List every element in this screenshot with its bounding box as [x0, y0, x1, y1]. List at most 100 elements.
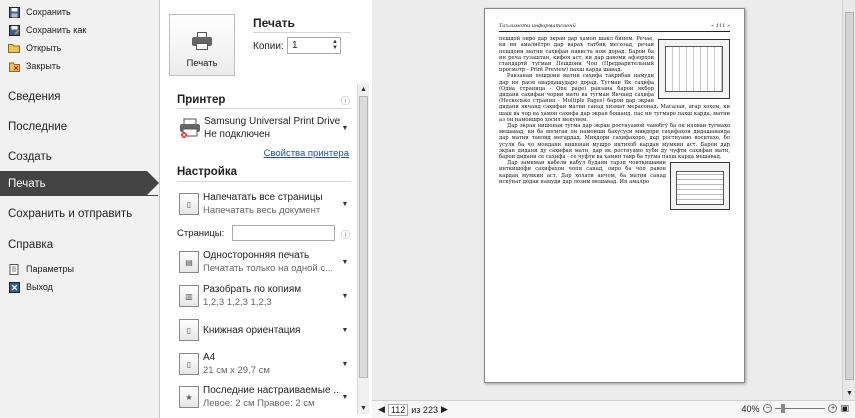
nav-save-as-label: Сохранить как	[26, 25, 87, 35]
chevron-down-icon: ▼	[341, 360, 349, 368]
save-as-icon	[8, 24, 20, 36]
nav-open-label: Открыть	[26, 43, 62, 53]
page-navigator: ◀ 112 из 223 ▶	[378, 403, 448, 416]
nav-options[interactable]: Параметры	[0, 260, 159, 278]
preview-page: Таълимоти информатсионӣ « 111 » пешдоӣ о…	[484, 8, 745, 383]
nav-save-as[interactable]: Сохранить как	[0, 21, 159, 39]
nav-options-label: Параметры	[26, 264, 74, 274]
scroll-down-icon[interactable]: ▼	[358, 403, 369, 414]
nav-save-label: Сохранить	[26, 7, 71, 17]
exit-icon	[8, 281, 20, 293]
preview-scrollbar[interactable]: ▼	[842, 0, 855, 400]
settings-section-title: Настройка	[177, 166, 237, 178]
open-folder-icon	[8, 43, 20, 54]
nav-close[interactable]: Закрыть	[0, 57, 159, 75]
collate-icon: ▥	[179, 285, 199, 307]
orientation-title: Книжная ориентация	[203, 324, 301, 336]
margins-dropdown[interactable]: ★ Последние настраиваемые ... Левое: 2 с…	[176, 383, 351, 411]
fit-page-icon[interactable]: ▣	[840, 403, 849, 414]
nav-open[interactable]: Открыть	[0, 39, 159, 57]
scroll-thumb[interactable]	[359, 96, 368, 378]
paper-size-dropdown[interactable]: ▯ A4 21 см x 29,7 см ▼	[176, 350, 351, 378]
copies-label: Копии:	[253, 41, 284, 52]
page-count: из 223	[411, 404, 438, 415]
printer-icon	[192, 32, 212, 50]
duplex-title: Односторонняя печать	[203, 250, 310, 261]
preview-scroll-down-icon[interactable]: ▼	[843, 388, 855, 400]
zoom-percent[interactable]: 40%	[741, 404, 759, 414]
next-page-icon[interactable]: ▶	[441, 404, 448, 415]
paper-size-sub: 21 см x 29,7 см	[203, 365, 270, 376]
scroll-up-icon[interactable]: ▲	[358, 84, 369, 95]
nav-save[interactable]: Сохранить	[0, 3, 159, 21]
chevron-down-icon: ▼	[341, 393, 349, 401]
copies-value: 1	[292, 40, 298, 51]
page-para-3: Дар экран нишонаи тугма дар экран ростну…	[499, 123, 730, 161]
printer-device-icon	[179, 118, 201, 138]
preview-scroll-thumb[interactable]	[845, 12, 854, 380]
page-header-right: « 111 »	[711, 23, 730, 29]
margins-title: Последние настраиваемые ...	[203, 385, 340, 396]
zoom-slider-knob[interactable]	[781, 404, 786, 413]
one-sided-icon: ▤	[179, 251, 199, 273]
chevron-down-icon: ▼	[341, 200, 349, 208]
copies-spinner[interactable]: ▲ ▼	[332, 39, 338, 51]
printer-name: Samsung Universal Print Driver	[204, 116, 340, 127]
zoom-slider[interactable]	[775, 404, 826, 413]
pages-info-icon[interactable]: ⓘ	[341, 228, 350, 241]
printer-chevron-down-icon: ▼	[341, 124, 349, 132]
nav-recent[interactable]: Последние	[0, 113, 159, 141]
pages-label: Страницы:	[177, 228, 225, 239]
print-button-label: Печать	[186, 58, 218, 69]
nav-exit[interactable]: Выход	[0, 278, 159, 296]
collate-title: Разобрать по копиям	[203, 284, 302, 295]
nav-help[interactable]: Справка	[0, 231, 159, 259]
nav-exit-label: Выход	[26, 282, 53, 292]
collate-dropdown[interactable]: ▥ Разобрать по копиям 1,2,3 1,2,3 1,2,3 …	[176, 282, 351, 310]
save-icon	[8, 6, 20, 18]
print-range-dropdown[interactable]: ▯ Напечатать все страницы Напечатать вес…	[176, 190, 351, 218]
duplex-dropdown[interactable]: ▤ Односторонняя печать Печатать только н…	[176, 248, 351, 276]
printer-section-title: Принтер	[177, 94, 226, 106]
nav-info[interactable]: Сведения	[0, 83, 159, 111]
chevron-down-icon: ▼	[341, 326, 349, 334]
nav-print[interactable]: Печать	[0, 171, 159, 196]
zoom-in-icon[interactable]: +	[828, 404, 838, 413]
paper-icon: ▯	[179, 353, 199, 375]
paper-size-title: A4	[203, 352, 216, 363]
printer-info-icon[interactable]: ⓘ	[341, 94, 350, 107]
page-figure-2	[670, 162, 730, 211]
zoom-control: 40% − + ▣	[741, 403, 849, 414]
page-header-left: Таълимоти информатсионӣ	[499, 23, 576, 29]
collate-sub: 1,2,3 1,2,3 1,2,3	[203, 297, 272, 308]
chevron-down-icon: ▼	[341, 258, 349, 266]
print-settings-panel: Печать Печать Копии: 1 ▲ ▼ Принтер ⓘ Sams…	[161, 0, 371, 418]
printer-properties-link[interactable]: Свойства принтера	[264, 148, 349, 159]
pages-icon: ▯	[179, 193, 199, 215]
current-page-input[interactable]: 112	[387, 403, 409, 416]
portrait-icon: ▯	[179, 319, 199, 341]
pages-input[interactable]	[232, 225, 335, 241]
preview-status-bar: ◀ 112 из 223 ▶ 40% − + ▣	[372, 400, 855, 418]
nav-close-label: Закрыть	[26, 61, 61, 71]
print-button[interactable]: Печать	[169, 14, 235, 76]
backstage-nav: Сохранить Сохранить как Открыть Закрыть …	[0, 0, 160, 418]
print-title: Печать	[253, 16, 295, 30]
printer-dropdown[interactable]: Samsung Universal Print Driver Не подклю…	[176, 113, 351, 143]
settings-scrollbar[interactable]: ▲ ▼	[357, 84, 369, 414]
margins-sub: Левое: 2 см Правое: 2 см	[203, 398, 315, 409]
print-preview: Таълимоти информатсионӣ « 111 » пешдоӣ о…	[372, 0, 855, 418]
options-icon	[8, 263, 20, 275]
copies-input[interactable]: 1 ▲ ▼	[287, 37, 341, 54]
print-range-sub: Напечатать весь документ	[203, 205, 321, 216]
margins-star-icon: ★	[179, 386, 199, 408]
duplex-sub: Печатать только на одной с...	[203, 263, 334, 274]
nav-save-send[interactable]: Сохранить и отправить	[0, 200, 159, 228]
page-body: пешдоӣ оиро дар экран дар ҳамон шакл бин…	[499, 36, 730, 211]
nav-create[interactable]: Создать	[0, 143, 159, 171]
page-figure-1	[658, 39, 730, 100]
prev-page-icon[interactable]: ◀	[378, 404, 385, 415]
print-range-title: Напечатать все страницы	[203, 192, 323, 203]
zoom-out-icon[interactable]: −	[763, 404, 773, 413]
orientation-dropdown[interactable]: ▯ Книжная ориентация ▼	[176, 316, 351, 344]
